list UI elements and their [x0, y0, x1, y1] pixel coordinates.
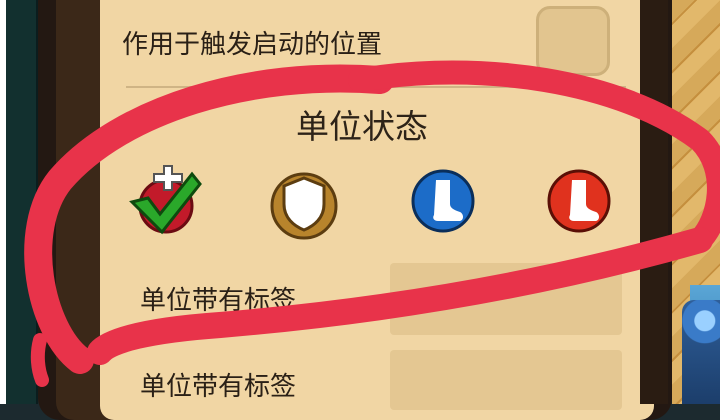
- red-scribble-annotation: [24, 60, 720, 387]
